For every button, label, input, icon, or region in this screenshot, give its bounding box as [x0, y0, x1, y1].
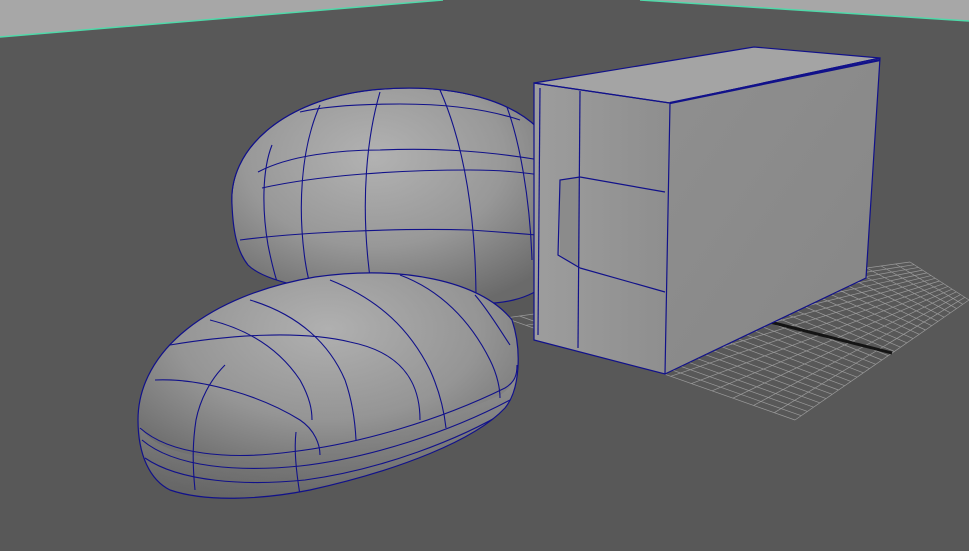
- box-front-face: [534, 83, 670, 374]
- maya-perspective-viewport[interactable]: [0, 0, 969, 551]
- viewport-canvas[interactable]: [0, 0, 969, 551]
- box-notch-face: [560, 177, 580, 268]
- back-egg-mesh[interactable]: [231, 87, 549, 304]
